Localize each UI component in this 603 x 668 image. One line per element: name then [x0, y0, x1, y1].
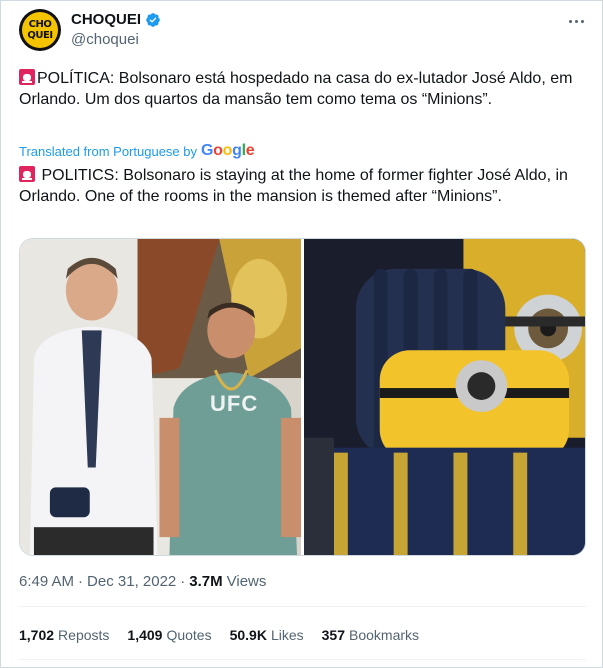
quotes-count: 1,409: [127, 627, 163, 643]
stat-quotes[interactable]: 1,409 Quotes: [127, 627, 211, 643]
bookmarks-count: 357: [321, 627, 345, 643]
views-label: Views: [226, 573, 267, 590]
photo-two-men[interactable]: UFC: [20, 239, 301, 555]
tweet-header: CHO QUEI CHOQUEI @choquei: [19, 9, 586, 53]
stat-likes[interactable]: 50.9K Likes: [230, 627, 304, 643]
engagement-stats: 1,702 Reposts 1,409 Quotes 50.9K Likes 3…: [19, 627, 419, 643]
original-text-body: POLÍTICA: Bolsonaro está hospedado na ca…: [19, 70, 573, 108]
shirt-text: UFC: [210, 391, 259, 416]
reposts-count: 1,702: [19, 627, 55, 643]
tweet-meta: 6:49 AM · Dec 31, 2022 · 3.7M Views: [19, 573, 266, 590]
siren-icon: [19, 166, 35, 182]
choquei-logo: CHO QUEI: [22, 12, 58, 48]
meta-separator: ·: [78, 573, 84, 590]
quotes-label: Quotes: [166, 627, 212, 643]
more-options-icon[interactable]: [566, 13, 586, 29]
verified-badge-icon: [146, 12, 160, 27]
photo-minion-bedroom[interactable]: [304, 239, 585, 555]
avatar[interactable]: CHO QUEI: [19, 9, 61, 51]
google-logo: Google: [201, 142, 255, 159]
stat-reposts[interactable]: 1,702 Reposts: [19, 627, 109, 643]
divider: [19, 659, 586, 660]
likes-label: Likes: [270, 627, 304, 643]
translated-text-body: POLITICS: Bolsonaro is staying at the ho…: [19, 167, 568, 205]
bookmarks-label: Bookmarks: [349, 627, 420, 643]
tweet-original-text: POLÍTICA: Bolsonaro está hospedado na ca…: [19, 69, 584, 110]
media-grid: UFC: [19, 238, 586, 556]
name-row: CHOQUEI: [71, 11, 161, 28]
siren-icon: [19, 69, 35, 85]
stat-bookmarks[interactable]: 357 Bookmarks: [322, 627, 419, 643]
reposts-label: Reposts: [58, 627, 110, 643]
display-name[interactable]: CHOQUEI: [71, 11, 141, 28]
tweet-translated-text: POLITICS: Bolsonaro is staying at the ho…: [19, 166, 584, 207]
tweet-time[interactable]: 6:49 AM: [19, 573, 74, 590]
translation-attribution[interactable]: Translated from Portuguese by Google: [19, 142, 255, 160]
meta-separator: ·: [180, 573, 186, 590]
tweet-card: CHO QUEI CHOQUEI @choquei POLÍTICA: Bols…: [0, 0, 603, 668]
views-count: 3.7M: [189, 573, 223, 590]
avatar-text-top: CHO: [28, 19, 52, 30]
likes-count: 50.9K: [229, 627, 267, 643]
photo-two-men-image: [20, 239, 301, 555]
handle[interactable]: @choquei: [71, 31, 139, 48]
avatar-text-bottom: QUEI: [27, 30, 53, 41]
translated-label[interactable]: Translated from Portuguese by: [19, 144, 197, 159]
divider: [19, 606, 586, 607]
photo-minion-bedroom-image: [304, 239, 585, 555]
tweet-date[interactable]: Dec 31, 2022: [87, 573, 176, 590]
